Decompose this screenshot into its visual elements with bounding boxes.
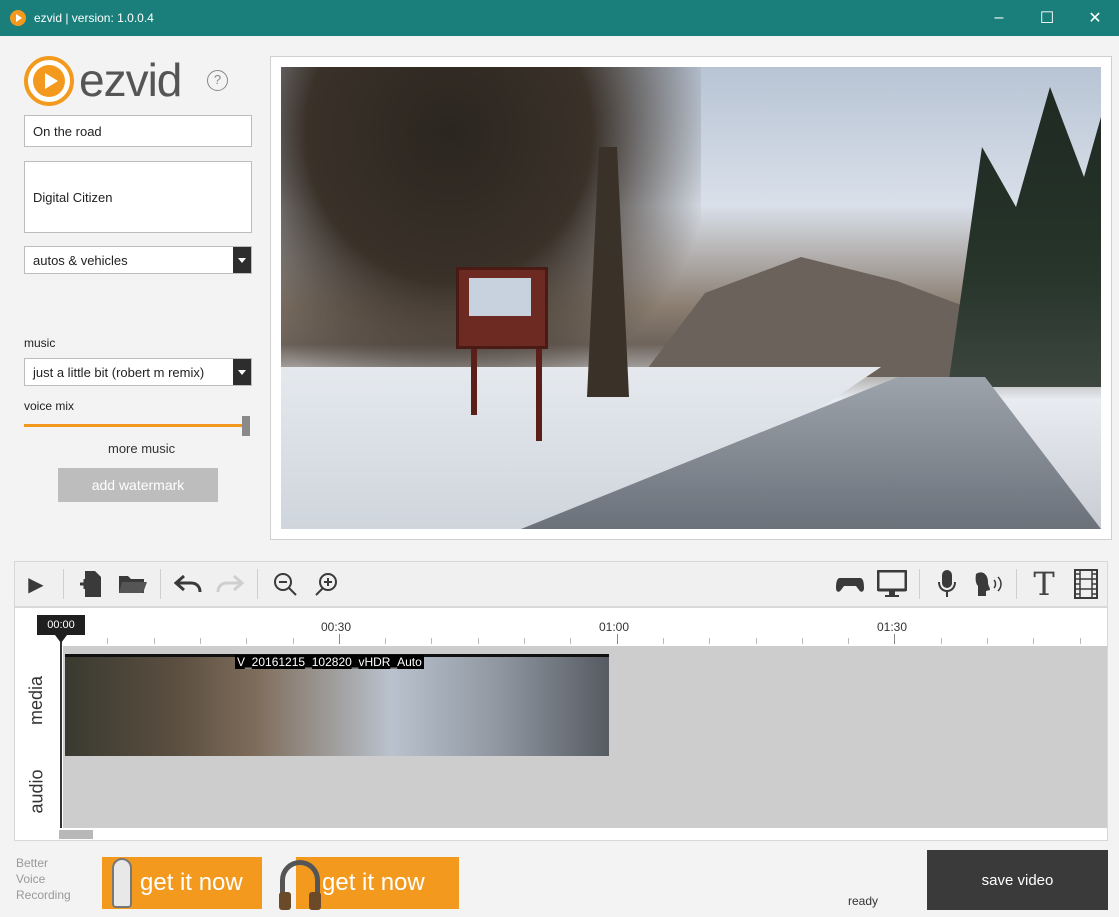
microphone-icon[interactable] [926, 562, 968, 606]
preview-frame [270, 56, 1112, 540]
window-title: ezvid | version: 1.0.0.4 [34, 11, 154, 25]
ruler-tick [153, 638, 155, 644]
chevron-down-icon[interactable] [233, 359, 251, 385]
voice-mix-slider[interactable] [24, 424, 246, 427]
ruler-tick [616, 634, 618, 644]
timeline-scrollbar[interactable] [59, 830, 93, 839]
category-select-value: autos & vehicles [33, 252, 128, 268]
zoom-in-icon[interactable] [306, 562, 348, 606]
timeline-toolbar: ▶ T [14, 561, 1108, 607]
help-icon[interactable]: ? [207, 70, 228, 91]
get-headset-button[interactable]: get it now [279, 857, 459, 910]
ruler-tick [1079, 638, 1081, 644]
ruler-tick [662, 638, 664, 644]
ruler-tick [1033, 638, 1035, 644]
zoom-out-icon[interactable] [264, 562, 306, 606]
title-bar: ezvid | version: 1.0.0.4 – ☐ ✕ [0, 0, 1119, 36]
speech-icon[interactable] [968, 562, 1010, 606]
maximize-button[interactable]: ☐ [1023, 0, 1071, 36]
audio-track-label: audio [26, 768, 47, 814]
voice-mix-slider-thumb[interactable] [242, 416, 250, 436]
timeline-tracks[interactable]: V_20161215_102820_vHDR_Auto [63, 646, 1107, 828]
close-button[interactable]: ✕ [1071, 0, 1119, 36]
timeline[interactable]: 00:30 01:00 01:30 media audio V_20161215… [14, 607, 1108, 841]
film-icon[interactable] [1065, 562, 1107, 606]
ruler-tick [246, 638, 248, 644]
time-label: 01:30 [877, 620, 908, 634]
time-label: 00:30 [321, 620, 352, 634]
gamepad-icon[interactable] [829, 562, 871, 606]
status-text: ready [848, 894, 879, 908]
screen-capture-icon[interactable] [871, 562, 913, 606]
media-clip[interactable]: V_20161215_102820_vHDR_Auto [65, 654, 609, 756]
time-label: 01:00 [599, 620, 630, 634]
ruler-tick [801, 638, 803, 644]
playhead-time[interactable]: 00:00 [37, 615, 85, 635]
media-track-label: media [26, 675, 47, 725]
ruler-tick [477, 638, 479, 644]
chevron-down-icon[interactable] [233, 247, 251, 273]
playhead-line[interactable] [60, 642, 62, 828]
description-input[interactable]: Digital Citizen [24, 161, 252, 233]
save-video-button[interactable]: save video [927, 850, 1108, 910]
music-select[interactable]: just a little bit (robert m remix) [24, 358, 252, 386]
headset-image [279, 860, 321, 910]
add-watermark-button[interactable]: add watermark [58, 468, 218, 502]
add-media-icon[interactable] [70, 562, 112, 606]
clip-name: V_20161215_102820_vHDR_Auto [235, 655, 424, 669]
ruler-tick [107, 638, 109, 644]
music-select-value: just a little bit (robert m remix) [33, 364, 205, 380]
open-folder-icon[interactable] [112, 562, 154, 606]
text-icon[interactable]: T [1023, 562, 1065, 606]
ruler-tick [431, 638, 433, 644]
ruler-tick [338, 634, 340, 644]
logo-word: ezvid [79, 54, 182, 106]
better-voice-label: Better Voice Recording [16, 856, 71, 902]
ruler-tick [709, 638, 711, 644]
undo-icon[interactable] [167, 562, 209, 606]
ruler-tick [385, 638, 387, 644]
get-microphone-button[interactable]: get it now [102, 857, 262, 909]
ruler-tick [570, 638, 572, 644]
app-icon [10, 10, 26, 26]
category-select[interactable]: autos & vehicles [24, 246, 252, 274]
ruler-tick [894, 634, 896, 644]
playhead-marker[interactable] [55, 635, 67, 643]
microphone-image [112, 858, 132, 908]
more-music-link[interactable]: more music [108, 441, 175, 456]
music-label: music [24, 336, 56, 350]
time-ruler[interactable]: 00:30 01:00 01:30 [15, 608, 1107, 646]
ruler-tick [940, 638, 942, 644]
voice-mix-label: voice mix [24, 399, 75, 413]
logo-play-icon [24, 56, 74, 106]
ruler-tick [848, 638, 850, 644]
ruler-tick [292, 638, 294, 644]
ruler-tick [987, 638, 988, 644]
ruler-tick [755, 638, 757, 644]
title-input[interactable]: On the road [24, 115, 252, 147]
minimize-button[interactable]: – [975, 0, 1023, 36]
ezvid-logo: ezvid ? [24, 54, 244, 110]
play-icon[interactable]: ▶ [15, 562, 57, 606]
redo-icon[interactable] [209, 562, 251, 606]
video-preview[interactable] [281, 67, 1101, 529]
ruler-tick [524, 638, 525, 644]
ruler-tick [199, 638, 201, 644]
